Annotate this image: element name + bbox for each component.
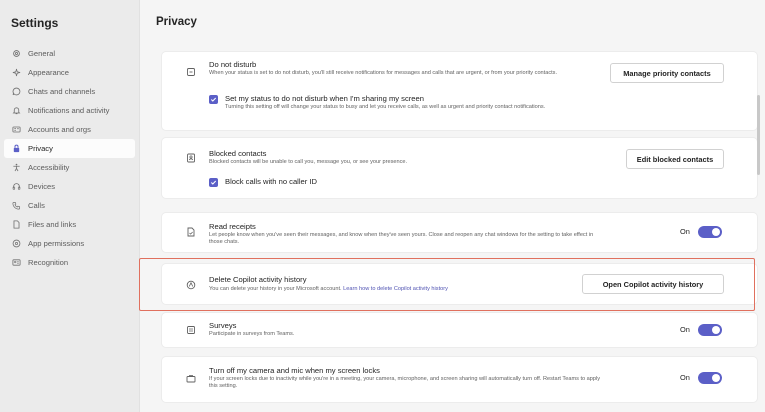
sidebar-item-general[interactable]: General	[4, 44, 135, 63]
surveys-toggle[interactable]	[698, 324, 722, 336]
sidebar-item-label: Privacy	[28, 144, 53, 153]
sidebar-item-devices[interactable]: Devices	[4, 177, 135, 196]
do-not-disturb-description: When your status is set to do not distur…	[209, 70, 558, 76]
sidebar-item-label: Calls	[28, 201, 45, 210]
surveys-title: Surveys	[209, 321, 237, 330]
do-not-disturb-icon	[185, 66, 196, 77]
camera-mic-lock-description: If your screen locks due to inactivity w…	[209, 376, 601, 390]
headset-icon	[10, 180, 23, 193]
sidebar-item-app-permissions[interactable]: App permissions	[4, 234, 135, 253]
sidebar-item-label: Accessibility	[28, 163, 70, 172]
privacy-settings-panel: Privacy Do not disturb When your status …	[141, 0, 765, 412]
sidebar-item-notifications[interactable]: Notifications and activity	[4, 101, 135, 120]
edit-blocked-contacts-button[interactable]: Edit blocked contacts	[626, 149, 724, 169]
gear-icon	[10, 47, 23, 60]
sidebar-item-label: Appearance	[28, 68, 69, 77]
camera-icon	[185, 373, 196, 384]
sidebar-title: Settings	[11, 16, 59, 30]
accessibility-icon	[10, 161, 23, 174]
page-title: Privacy	[156, 16, 197, 28]
scrollbar[interactable]	[757, 95, 760, 175]
chat-icon	[10, 85, 23, 98]
sidebar-item-label: App permissions	[28, 239, 85, 248]
camera-mic-lock-toggle[interactable]	[698, 372, 722, 384]
phone-icon	[10, 199, 23, 212]
manage-priority-contacts-button[interactable]: Manage priority contacts	[610, 63, 724, 83]
sidebar-item-calls[interactable]: Calls	[4, 196, 135, 215]
camera-mic-lock-card: Turn off my camera and mic when my scree…	[162, 357, 757, 402]
sidebar-item-recognition[interactable]: Recognition	[4, 253, 135, 272]
sidebar-item-label: Chats and channels	[28, 87, 96, 96]
do-not-disturb-title: Do not disturb	[209, 60, 257, 69]
dnd-screen-share-label: Set my status to do not disturb when I'm…	[225, 94, 424, 103]
read-receipts-card: Read receipts Let people know when you'v…	[162, 213, 757, 252]
read-receipts-description: Let people know when you've seen their m…	[209, 232, 594, 246]
surveys-toggle-state: On	[680, 325, 690, 334]
person-card-icon	[10, 256, 23, 269]
settings-sidebar: Settings General Appearance Chats and ch…	[0, 0, 140, 412]
sidebar-item-appearance[interactable]: Appearance	[4, 63, 135, 82]
dnd-screen-share-checkbox[interactable]	[209, 95, 218, 104]
sidebar-item-chats-and-channels[interactable]: Chats and channels	[4, 82, 135, 101]
sparkle-icon	[10, 66, 23, 79]
sidebar-item-label: Notifications and activity	[28, 106, 110, 115]
sidebar-item-label: Files and links	[28, 220, 77, 229]
sidebar-item-files-and-links[interactable]: Files and links	[4, 215, 135, 234]
sidebar-item-privacy[interactable]: Privacy	[4, 139, 135, 158]
read-receipts-title: Read receipts	[209, 222, 256, 231]
shield-icon	[10, 237, 23, 250]
read-receipts-toggle[interactable]	[698, 226, 722, 238]
sidebar-item-label: General	[28, 49, 56, 58]
camera-mic-lock-title: Turn off my camera and mic when my scree…	[209, 366, 380, 375]
sidebar-item-label: Recognition	[28, 258, 69, 267]
read-receipts-icon	[185, 226, 196, 237]
sidebar-item-accessibility[interactable]: Accessibility	[4, 158, 135, 177]
id-card-icon	[10, 123, 23, 136]
sidebar-item-label: Devices	[28, 182, 56, 191]
blocked-contacts-card: Blocked contacts Blocked contacts will b…	[162, 138, 757, 198]
blocked-contacts-icon	[185, 152, 196, 163]
document-icon	[10, 218, 23, 231]
checkmark-icon	[210, 97, 217, 102]
surveys-icon	[185, 324, 196, 335]
lock-icon	[10, 142, 23, 155]
block-no-caller-id-label: Block calls with no caller ID	[225, 177, 318, 186]
read-receipts-toggle-state: On	[680, 227, 690, 236]
do-not-disturb-card: Do not disturb When your status is set t…	[162, 52, 757, 130]
camera-mic-lock-toggle-state: On	[680, 373, 690, 382]
checkmark-icon	[210, 180, 217, 185]
blocked-contacts-title: Blocked contacts	[209, 149, 267, 158]
blocked-contacts-description: Blocked contacts will be unable to call …	[209, 159, 408, 165]
surveys-card: Surveys Participate in surveys from Team…	[162, 313, 757, 347]
block-no-caller-id-checkbox[interactable]	[209, 178, 218, 187]
surveys-description: Participate in surveys from Teams.	[209, 331, 295, 337]
sidebar-item-accounts-and-orgs[interactable]: Accounts and orgs	[4, 120, 135, 139]
sidebar-item-label: Accounts and orgs	[28, 125, 91, 134]
dnd-screen-share-description: Turning this setting off will change you…	[225, 104, 546, 110]
highlight-box	[139, 258, 755, 311]
bell-icon	[10, 104, 23, 117]
